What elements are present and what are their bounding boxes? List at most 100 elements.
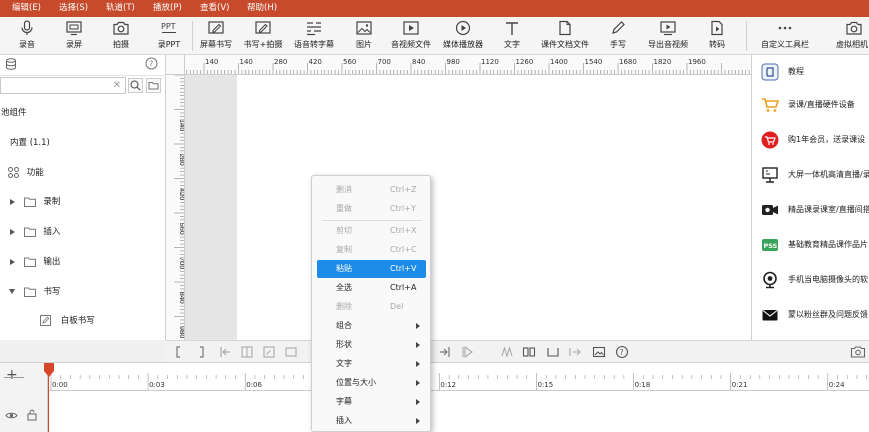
mark-out-icon[interactable] <box>194 345 208 359</box>
toolbar-speech-subtitle-button[interactable]: 语音转字幕 <box>290 18 338 54</box>
chevron-down-icon[interactable] <box>9 289 15 294</box>
toolbar-media-player-button[interactable]: 媒体播放器 <box>440 18 486 54</box>
go-to-end-icon[interactable] <box>438 345 452 359</box>
export-arrow-icon[interactable] <box>568 345 582 359</box>
menu-item-shape[interactable]: 形状 <box>317 336 426 354</box>
menu-item-redo[interactable]: 重做 Ctrl+Y <box>317 200 426 218</box>
menu-item-label: 字幕 <box>336 397 352 406</box>
toolbar-export-video-button[interactable]: 导出音视频 <box>644 18 692 54</box>
timeline-time-label: 0:06 <box>246 381 262 389</box>
ruler-label: 1960 <box>688 58 706 66</box>
picture-icon[interactable] <box>592 345 606 359</box>
snapshot-camera-icon[interactable] <box>850 345 866 359</box>
toolbar-transcode-button[interactable]: 转码 <box>700 18 734 54</box>
menu-item-subtitle[interactable]: 字幕 <box>317 393 426 411</box>
tree-category-function[interactable]: 功能 <box>8 163 44 183</box>
menu-help[interactable]: 帮助(H) <box>247 0 277 17</box>
toolbar-image-button[interactable]: 图片 <box>345 18 383 54</box>
toolbar-camera-button[interactable]: 拍摄 <box>102 18 140 54</box>
menu-view[interactable]: 查看(V) <box>200 0 229 17</box>
menu-item-delete[interactable]: 删除 Del <box>317 298 426 316</box>
toolbar-virtual-camera-button[interactable]: 虚拟相机 <box>820 18 869 54</box>
search-icon[interactable] <box>128 78 143 93</box>
menu-item-insert[interactable]: 插入 <box>317 412 426 430</box>
tree-item-whiteboard[interactable]: 白板书写 <box>40 311 95 331</box>
clear-icon[interactable]: ✕ <box>113 78 121 93</box>
menu-item-undo[interactable]: 删消 Ctrl+Z <box>317 181 426 199</box>
mark-in-icon[interactable] <box>172 345 186 359</box>
toolbar-document-button[interactable]: 课件文档文件 <box>536 18 594 54</box>
resource-large-screen[interactable]: 大屏一体机高清直播/录 <box>752 160 869 190</box>
help-icon[interactable]: ? <box>145 57 158 70</box>
align-bottom-icon[interactable] <box>546 345 560 359</box>
menu-item-group[interactable]: 组合 <box>317 317 426 335</box>
playhead-handle[interactable] <box>44 363 54 377</box>
resource-studio[interactable]: 精品课录课室/直播间搭 <box>752 195 869 225</box>
chevron-right-icon[interactable] <box>10 198 15 205</box>
search-input[interactable] <box>3 79 107 92</box>
toolbar-customize-button[interactable]: 自定义工具栏 <box>756 18 814 54</box>
menu-track[interactable]: 轨道(T) <box>106 0 135 17</box>
image-icon <box>356 21 372 35</box>
tree-label: 插入 <box>43 227 61 237</box>
ruler-label: 1120 <box>481 58 499 66</box>
chevron-right-icon[interactable] <box>10 258 15 265</box>
menu-play[interactable]: 播放(P) <box>153 0 182 17</box>
help-circle-icon[interactable]: ? <box>615 345 629 359</box>
add-track-icon[interactable]: + <box>6 368 18 382</box>
lock-icon[interactable] <box>27 409 37 421</box>
resource-phone-webcam[interactable]: 手机当电脑摄像头的软 <box>752 265 869 295</box>
edit-clip-icon[interactable] <box>262 345 276 359</box>
tree-folder-record[interactable]: 录制 <box>10 192 60 212</box>
toolbar-separator <box>746 21 747 51</box>
toolbar-text-button[interactable]: 文字 <box>495 18 529 54</box>
menu-item-copy[interactable]: 复制 Ctrl+C <box>317 241 426 259</box>
timeline: + 0:000:030:060:090:120:150:180:210:24 <box>0 362 869 432</box>
export-video-icon <box>660 21 676 36</box>
menu-item-cut[interactable]: 剪切 Ctrl+X <box>317 222 426 240</box>
timeline-time-label: 0:12 <box>440 381 456 389</box>
timeline-ruler[interactable]: 0:000:030:060:090:120:150:180:210:24 <box>48 363 869 391</box>
toolbar-record-audio-button[interactable]: 录音 <box>8 18 46 54</box>
toolbar-write-camera-button[interactable]: 书写+拍摄 <box>240 18 286 54</box>
menu-item-paste[interactable]: 粘贴 Ctrl+V <box>317 260 426 278</box>
canvas-area[interactable] <box>185 75 751 340</box>
toolbar-screen-write-button[interactable]: 屏幕书写 <box>195 18 237 54</box>
timeline-track[interactable] <box>48 391 869 432</box>
tree-group-builtin[interactable]: 内置 (1.1) <box>10 133 50 153</box>
mail-icon <box>762 310 778 321</box>
play-step-icon[interactable] <box>460 345 474 359</box>
toolbar-record-screen-button[interactable]: 录屏 <box>55 18 93 54</box>
toolbar-handwrite-button[interactable]: 手写 <box>601 18 635 54</box>
resource-courseware[interactable]: PSS 基础教育精品课作品片 <box>752 230 869 260</box>
ruler-label: 980 <box>178 326 185 338</box>
resource-feedback[interactable]: 蒙以粉丝群及问题反馈 <box>752 300 869 330</box>
tree-folder-writing[interactable]: 书写 <box>9 282 60 302</box>
menu-item-select-all[interactable]: 全选 Ctrl+A <box>317 279 426 297</box>
menu-select[interactable]: 选择(S) <box>59 0 88 17</box>
columns-icon[interactable] <box>522 345 536 359</box>
resource-membership[interactable]: 购1年会员，送录课设 <box>752 125 869 155</box>
audio-wave-icon[interactable] <box>500 345 514 359</box>
menu-item-text[interactable]: 文字 <box>317 355 426 373</box>
folder-icon <box>23 197 36 207</box>
submenu-arrow-icon <box>416 380 420 386</box>
toolbar-media-file-button[interactable]: 音视频文件 <box>388 18 434 54</box>
menu-item-position-size[interactable]: 位置与大小 <box>317 374 426 392</box>
split-icon[interactable] <box>240 345 254 359</box>
folder-open-icon[interactable] <box>146 78 161 93</box>
tree-folder-insert[interactable]: 插入 <box>10 222 60 242</box>
menu-edit[interactable]: 编辑(E) <box>12 0 41 17</box>
toolbar-record-ppt-button[interactable]: PPT 录PPT <box>149 18 189 54</box>
ruler-label: 700 <box>178 257 185 269</box>
crop-icon[interactable] <box>284 345 298 359</box>
ruler-label: 1680 <box>619 58 637 66</box>
go-to-start-icon[interactable] <box>218 345 232 359</box>
tree-folder-output[interactable]: 输出 <box>10 252 60 272</box>
chevron-right-icon[interactable] <box>10 228 15 235</box>
resource-hardware[interactable]: 录课/直播硬件设备 <box>752 90 869 120</box>
toolbar-label: 文字 <box>504 40 520 49</box>
eye-icon[interactable] <box>5 411 18 420</box>
search-box: ✕ <box>0 77 126 94</box>
resource-tutorial[interactable]: 教程 <box>752 57 869 87</box>
